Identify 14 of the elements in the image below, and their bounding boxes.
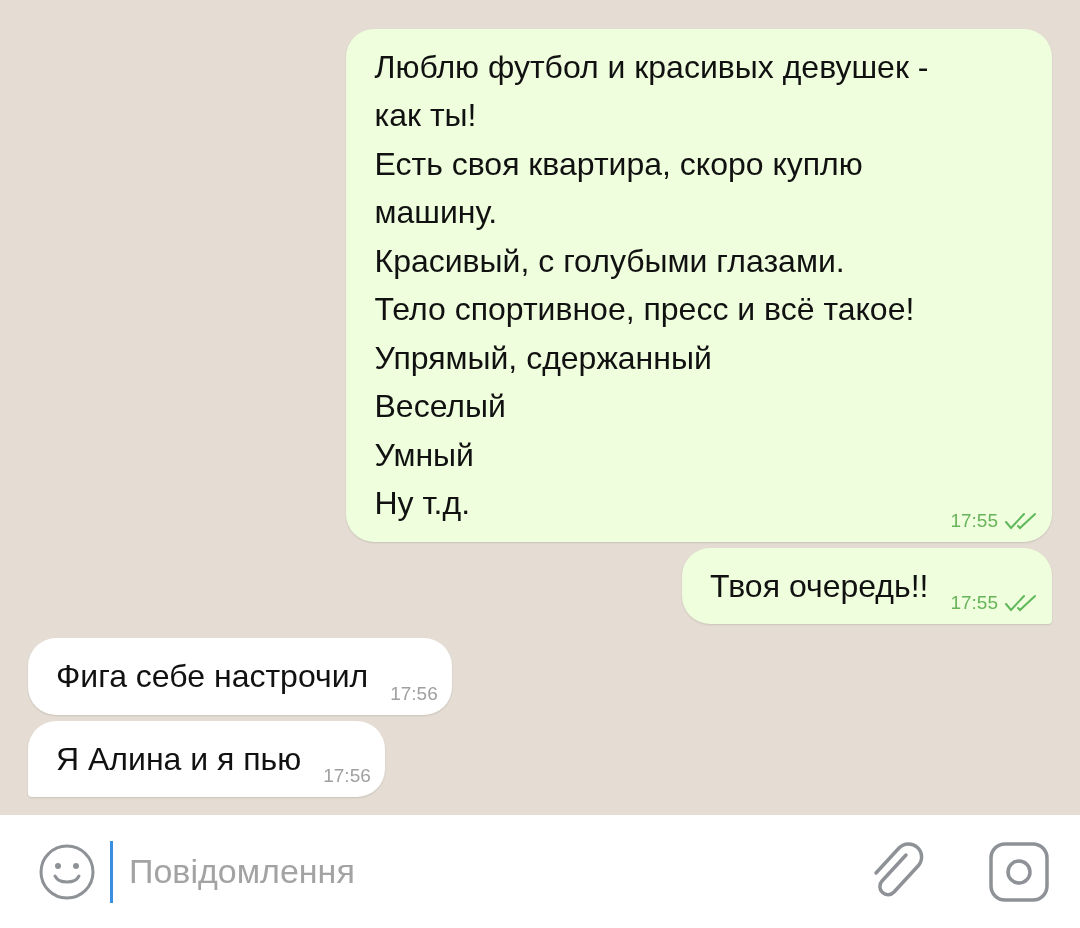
message-text: Твоя очередь!! — [710, 566, 929, 606]
double-check-icon — [1004, 510, 1038, 531]
text-cursor — [110, 840, 113, 903]
double-check-icon — [1004, 593, 1038, 613]
message-time: 17:56 — [390, 682, 438, 705]
message-text: Фига себе настрочил — [56, 657, 369, 696]
message-input[interactable]: Повідомлення — [127, 851, 854, 892]
camera-icon[interactable] — [988, 840, 1050, 903]
message-text: Люблю футбол и красивых девушек - как ты! Есть своя квартира, скоро куплю машину. Красивый, с голубыми глазами. Тело спортивное, пресс и всё такое! Упрямый, сдержанный Веселый Умный Ну т.д. — [374, 47, 929, 523]
message-time: 17:55 — [950, 509, 998, 532]
message-time: 17:56 — [323, 765, 371, 787]
message-text: Я Алина и я пью — [56, 739, 302, 779]
smiley-icon[interactable] — [38, 842, 96, 901]
message-time: 17:55 — [950, 592, 998, 614]
